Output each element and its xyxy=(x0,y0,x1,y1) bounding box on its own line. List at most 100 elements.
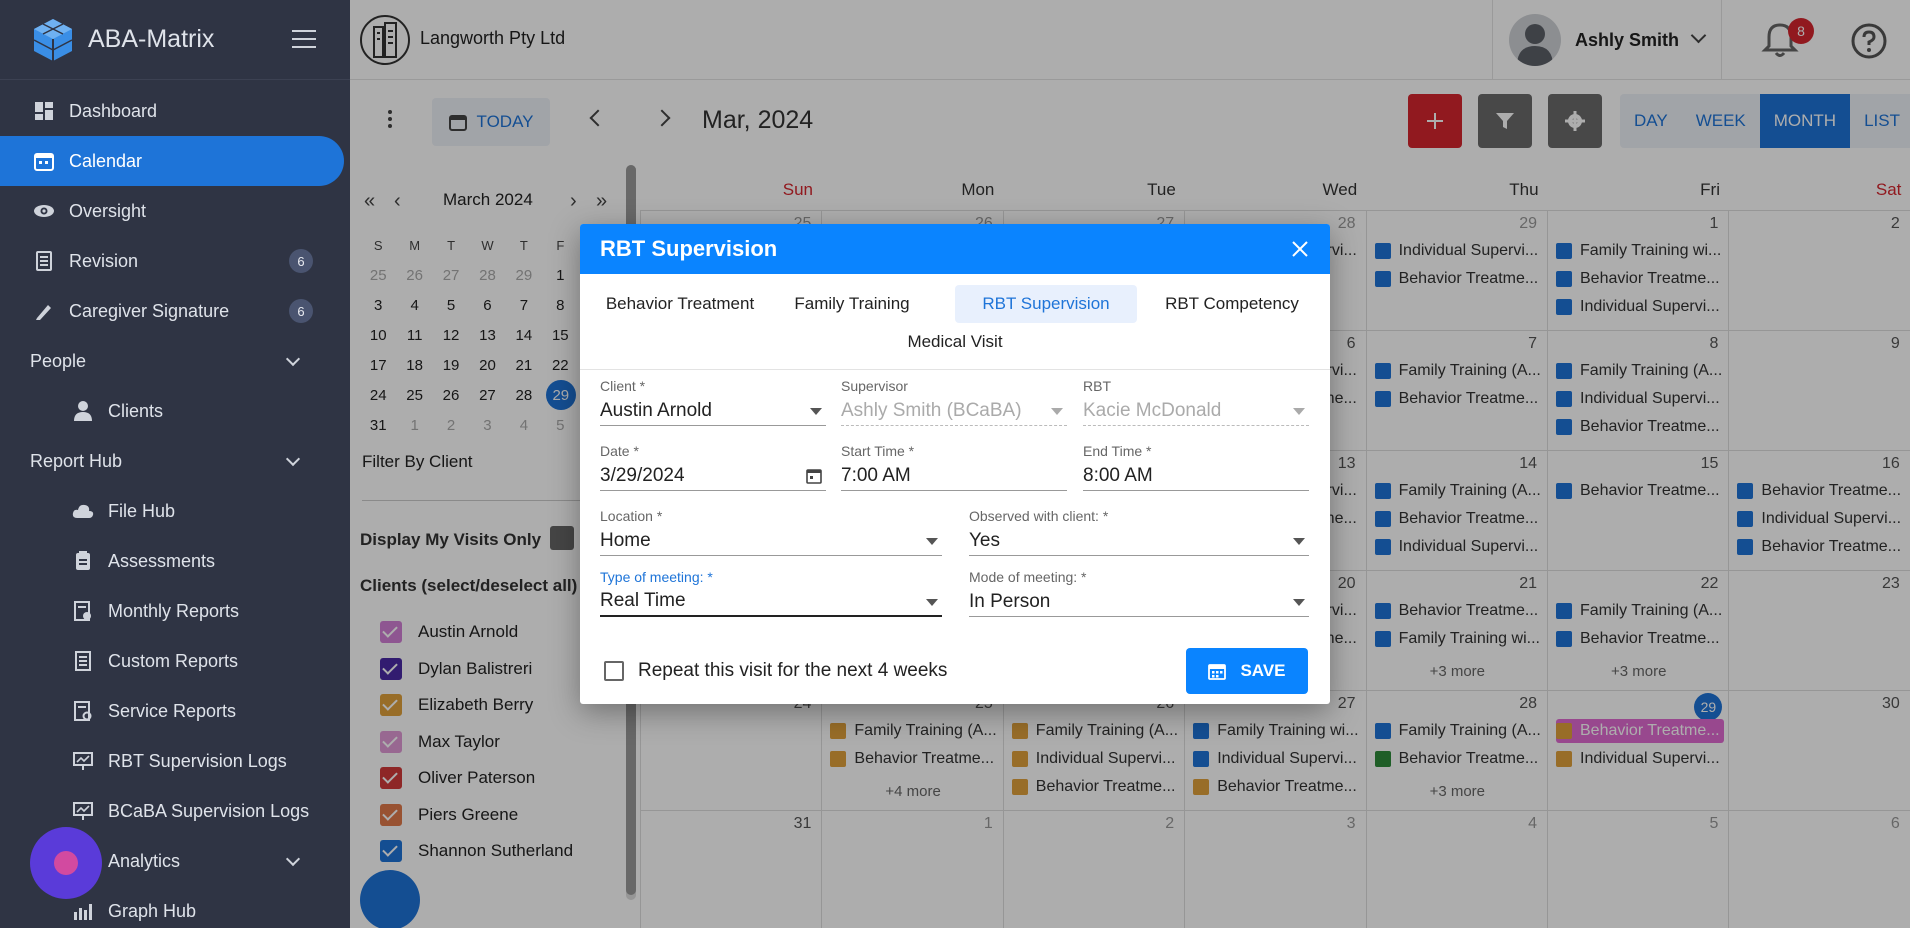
supervisor-label: Supervisor xyxy=(841,378,908,394)
sidebar-item-label: Caregiver Signature xyxy=(69,300,230,321)
bar-chart-icon xyxy=(72,900,94,922)
app: ABA-Matrix Dashboard Calendar Oversight … xyxy=(0,0,1910,928)
dropdown-arrow-icon xyxy=(926,538,938,545)
calendar-icon xyxy=(33,150,55,172)
observed-value: Yes xyxy=(969,529,1000,551)
dropdown-arrow-icon xyxy=(1293,599,1305,606)
sidebar-section-label: Analytics xyxy=(108,850,181,871)
hamburger-menu-icon[interactable] xyxy=(292,30,316,48)
tab-medical-visit[interactable]: Medical Visit xyxy=(880,323,1030,361)
document-icon xyxy=(33,250,55,272)
sidebar: ABA-Matrix Dashboard Calendar Oversight … xyxy=(0,0,350,928)
sidebar-item-label: Service Reports xyxy=(108,700,237,721)
repeat-visit-option[interactable]: Repeat this visit for the next 4 weeks xyxy=(604,660,947,682)
sidebar-nav: Dashboard Calendar Oversight Revision 6 … xyxy=(0,80,350,928)
sidebar-item-revision[interactable]: Revision 6 xyxy=(0,236,350,286)
cube-logo-icon xyxy=(33,18,73,61)
repeat-visit-checkbox[interactable] xyxy=(604,661,624,681)
clipboard-icon xyxy=(72,550,94,572)
chevron-down-icon xyxy=(285,351,301,367)
eye-icon xyxy=(33,200,55,222)
report-icon xyxy=(72,700,94,722)
date-label: Date * xyxy=(600,443,639,459)
person-icon xyxy=(72,400,94,422)
end-time-field[interactable]: End Time * 8:00 AM xyxy=(1083,443,1309,495)
client-value: Austin Arnold xyxy=(600,399,712,421)
report-icon xyxy=(72,600,94,622)
dropdown-arrow-icon xyxy=(1293,538,1305,545)
repeat-visit-label: Repeat this visit for the next 4 weeks xyxy=(638,660,948,681)
sidebar-item-label: Graph Hub xyxy=(108,900,197,921)
calendar-icon xyxy=(1208,664,1227,680)
sidebar-item-label: Custom Reports xyxy=(108,650,239,671)
tab-behavior-treatment[interactable]: Behavior Treatment xyxy=(592,285,768,323)
chevron-down-icon xyxy=(285,851,301,867)
sidebar-item-custom-reports[interactable]: Custom Reports xyxy=(0,636,350,686)
dropdown-arrow-icon xyxy=(1051,408,1063,415)
sidebar-item-label: Clients xyxy=(108,400,164,421)
meeting-type-value: Real Time xyxy=(600,590,686,611)
sidebar-item-calendar[interactable]: Calendar xyxy=(0,136,344,186)
dialog-title: RBT Supervision xyxy=(600,236,778,261)
sidebar-item-file-hub[interactable]: File Hub xyxy=(0,486,350,536)
save-button[interactable]: SAVE xyxy=(1186,648,1308,694)
end-time-value: 8:00 AM xyxy=(1083,464,1153,486)
meeting-type-select[interactable]: Type of meeting: * Real Time xyxy=(600,569,942,621)
close-icon[interactable] xyxy=(1290,239,1310,259)
sidebar-item-monthly-reports[interactable]: Monthly Reports xyxy=(0,586,350,636)
dropdown-arrow-icon xyxy=(926,599,938,606)
revision-count-badge: 6 xyxy=(289,249,313,273)
divider xyxy=(580,369,1330,370)
location-select[interactable]: Location * Home xyxy=(600,508,942,560)
save-label: SAVE xyxy=(1240,661,1286,680)
sidebar-item-label: Assessments xyxy=(108,550,216,571)
assistant-bubble-button[interactable] xyxy=(30,827,102,899)
signature-count-badge: 6 xyxy=(289,299,313,323)
meeting-type-label: Type of meeting: * xyxy=(600,569,713,585)
meeting-mode-select[interactable]: Mode of meeting: * In Person xyxy=(969,569,1309,621)
sidebar-item-clients[interactable]: Clients xyxy=(0,386,350,436)
client-select[interactable]: Client * Austin Arnold xyxy=(600,378,826,430)
brand: ABA-Matrix xyxy=(0,0,350,80)
date-field[interactable]: Date * 3/29/2024 xyxy=(600,443,826,495)
supervisor-select: Supervisor Ashly Smith (BCaBA) xyxy=(841,378,1067,430)
location-value: Home xyxy=(600,529,651,551)
tab-rbt-supervision[interactable]: RBT Supervision xyxy=(955,285,1137,323)
date-value: 3/29/2024 xyxy=(600,464,685,486)
sidebar-item-label: Dashboard xyxy=(69,100,158,121)
rbt-label: RBT xyxy=(1083,378,1111,394)
rbt-select: RBT Kacie McDonald xyxy=(1083,378,1309,430)
calendar-icon[interactable] xyxy=(806,468,822,484)
brand-name: ABA-Matrix xyxy=(88,25,215,53)
report-icon xyxy=(72,650,94,672)
dot-icon xyxy=(54,851,78,875)
start-time-value: 7:00 AM xyxy=(841,464,911,486)
tab-family-training[interactable]: Family Training xyxy=(778,285,926,323)
dropdown-arrow-icon xyxy=(810,408,822,415)
tab-rbt-competency[interactable]: RBT Competency xyxy=(1146,285,1318,323)
supervisor-value: Ashly Smith (BCaBA) xyxy=(841,399,1022,421)
start-time-field[interactable]: Start Time * 7:00 AM xyxy=(841,443,1067,495)
signature-icon xyxy=(33,300,55,322)
sidebar-section-people[interactable]: People xyxy=(0,336,350,386)
sidebar-item-assessments[interactable]: Assessments xyxy=(0,536,350,586)
sidebar-item-oversight[interactable]: Oversight xyxy=(0,186,350,236)
sidebar-section-label: Report Hub xyxy=(30,450,123,471)
presentation-icon xyxy=(72,750,94,772)
presentation-icon xyxy=(72,800,94,822)
sidebar-item-label: Monthly Reports xyxy=(108,600,240,621)
start-time-label: Start Time * xyxy=(841,443,915,459)
cloud-icon xyxy=(72,500,94,522)
chevron-down-icon xyxy=(285,451,301,467)
sidebar-item-label: RBT Supervision Logs xyxy=(108,750,287,771)
sidebar-item-dashboard[interactable]: Dashboard xyxy=(0,86,350,136)
rbt-value: Kacie McDonald xyxy=(1083,399,1222,421)
sidebar-item-label: File Hub xyxy=(108,500,176,521)
sidebar-item-service-reports[interactable]: Service Reports xyxy=(0,686,350,736)
observed-select[interactable]: Observed with client: * Yes xyxy=(969,508,1309,560)
sidebar-item-rbt-supervision-logs[interactable]: RBT Supervision Logs xyxy=(0,736,350,786)
sidebar-item-caregiver-signature[interactable]: Caregiver Signature 6 xyxy=(0,286,350,336)
sidebar-section-label: People xyxy=(30,350,87,371)
sidebar-item-label: Oversight xyxy=(69,200,147,221)
sidebar-section-report-hub[interactable]: Report Hub xyxy=(0,436,350,486)
